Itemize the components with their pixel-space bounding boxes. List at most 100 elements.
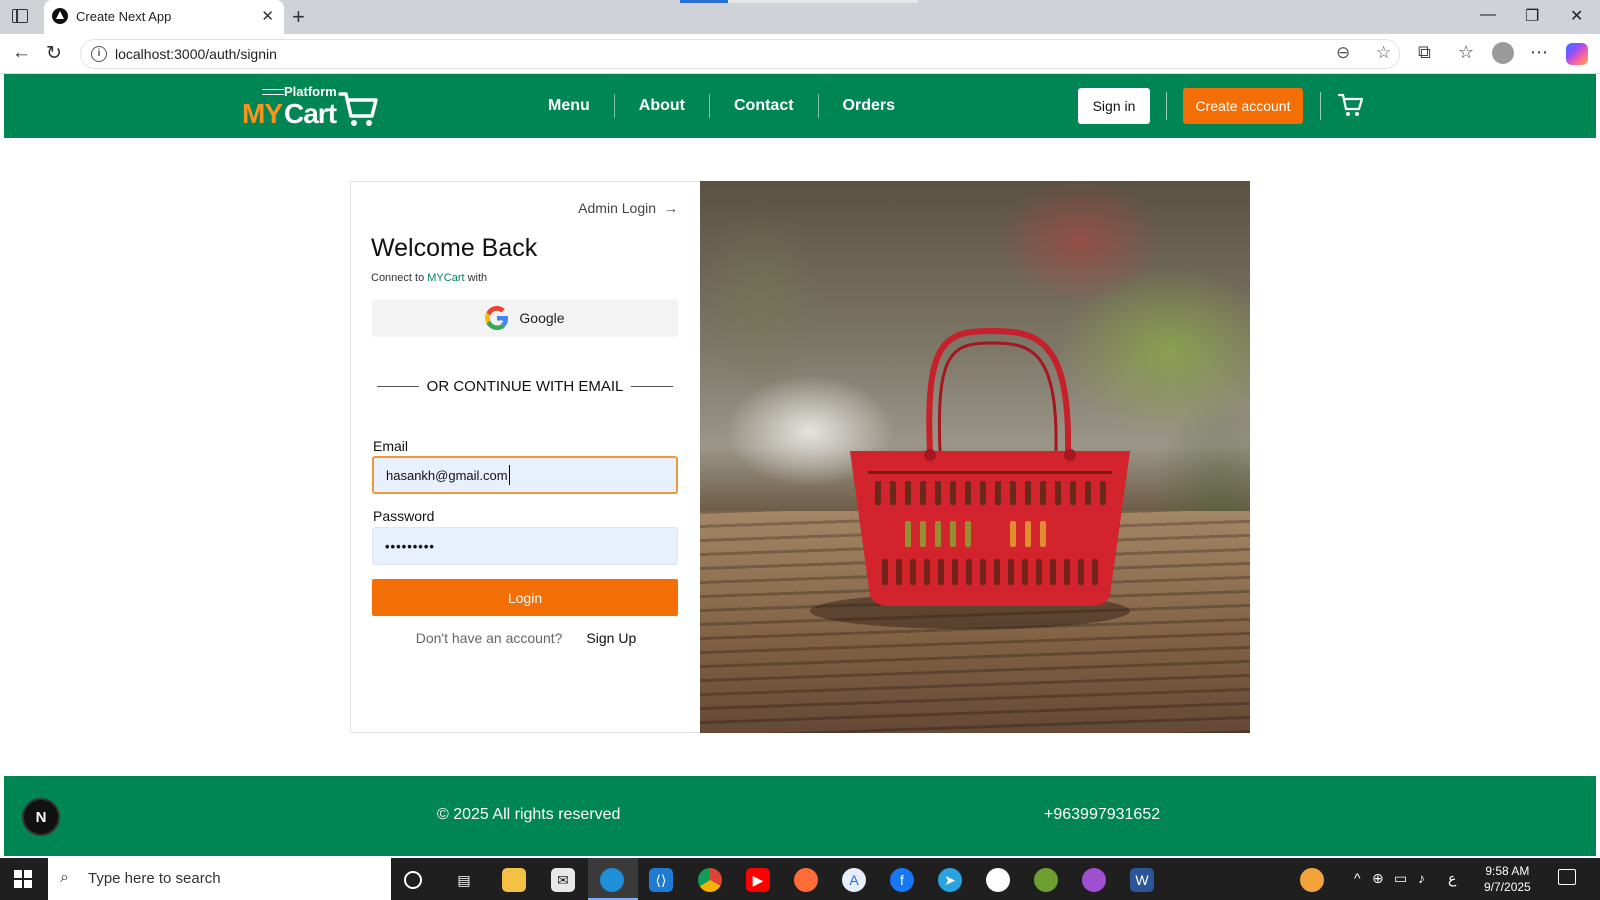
notifications-icon[interactable] bbox=[1558, 869, 1576, 885]
weather-icon[interactable] bbox=[1300, 868, 1324, 892]
clock-date: 9/7/2025 bbox=[1484, 880, 1531, 894]
more-options-icon[interactable]: ⋯ bbox=[1530, 42, 1548, 63]
clock-time: 9:58 AM bbox=[1485, 864, 1530, 878]
edge-icon[interactable] bbox=[600, 868, 624, 892]
copilot-icon[interactable] bbox=[1566, 43, 1588, 65]
close-window-icon[interactable]: ✕ bbox=[1570, 6, 1583, 26]
minimize-icon[interactable]: — bbox=[1480, 6, 1496, 24]
google-button-label: Google bbox=[519, 310, 565, 326]
main-nav: Menu About Contact Orders bbox=[524, 74, 919, 138]
or-divider: OR CONTINUE WITH EMAIL bbox=[377, 378, 674, 395]
system-clock[interactable]: 9:58 AM 9/7/2025 bbox=[1484, 863, 1531, 895]
extensions-icon[interactable]: ⧉ bbox=[1418, 42, 1431, 63]
nav-contact[interactable]: Contact bbox=[710, 94, 819, 118]
sign-in-button[interactable]: Sign in bbox=[1078, 88, 1150, 124]
create-account-button[interactable]: Create account bbox=[1183, 88, 1303, 124]
taskbar-search-box[interactable]: ⌕ Type here to search bbox=[48, 858, 391, 900]
media-app-icon[interactable] bbox=[1082, 868, 1106, 892]
mail-icon[interactable]: ✉ bbox=[551, 868, 575, 892]
page-title: Welcome Back bbox=[371, 234, 538, 262]
cortana-icon[interactable] bbox=[404, 871, 422, 889]
mongodb-icon[interactable] bbox=[986, 868, 1010, 892]
google-signin-button[interactable]: Google bbox=[372, 299, 678, 337]
volume-icon[interactable]: ♪ bbox=[1418, 870, 1425, 886]
tab-title: Create Next App bbox=[76, 9, 172, 24]
chevron-up-icon[interactable]: ^ bbox=[1354, 870, 1361, 886]
favorite-star-icon[interactable]: ☆ bbox=[1376, 43, 1391, 63]
tab-strip-indicator bbox=[680, 0, 728, 3]
url-field[interactable]: i localhost:3000/auth/signin ⊖ ☆ bbox=[80, 39, 1400, 69]
password-field[interactable]: ••••••••• bbox=[372, 527, 678, 565]
red-basket-illustration bbox=[810, 327, 1130, 629]
reading-view-icon[interactable]: ⊖ bbox=[1336, 43, 1350, 63]
chrome-icon[interactable] bbox=[698, 868, 722, 892]
nextjs-dev-badge[interactable]: N bbox=[22, 798, 60, 836]
text-caret bbox=[508, 465, 510, 485]
close-tab-icon[interactable]: ✕ bbox=[261, 7, 274, 25]
favorites-icon[interactable]: ☆ bbox=[1458, 42, 1474, 63]
taskbar-search-placeholder: Type here to search bbox=[88, 870, 221, 887]
search-icon: ⌕ bbox=[60, 869, 69, 886]
language-indicator[interactable]: ع bbox=[1448, 870, 1456, 887]
header-divider bbox=[1166, 92, 1167, 120]
vscode-icon[interactable]: ⟨⟩ bbox=[649, 868, 673, 892]
globe-icon[interactable]: ⊕ bbox=[1372, 870, 1384, 887]
arrow-right-icon: → bbox=[664, 200, 678, 216]
signup-question: Don't have an account? bbox=[415, 630, 563, 646]
windows-start-icon[interactable] bbox=[14, 870, 32, 888]
email-value: hasankh@gmail.com bbox=[386, 467, 508, 483]
app-icon[interactable] bbox=[1034, 868, 1058, 892]
telegram-icon[interactable]: ➤ bbox=[938, 868, 962, 892]
postman-icon[interactable] bbox=[794, 868, 818, 892]
login-card: Admin Login → Welcome Back Connect to MY… bbox=[350, 181, 700, 733]
connect-suffix: with bbox=[464, 272, 488, 284]
logo-cart-icon bbox=[338, 92, 378, 126]
nextjs-favicon-icon bbox=[52, 8, 68, 24]
logo-cart-text: Cart bbox=[284, 98, 337, 129]
tab-actions-icon[interactable] bbox=[12, 9, 28, 23]
task-view-icon[interactable]: ▤ bbox=[452, 868, 476, 892]
profile-avatar[interactable] bbox=[1492, 42, 1514, 64]
signup-row: Don't have an account? Sign Up bbox=[351, 630, 701, 646]
email-field[interactable]: hasankh@gmail.com bbox=[372, 456, 678, 494]
google-icon bbox=[485, 306, 509, 330]
login-button[interactable]: Login bbox=[372, 579, 678, 616]
divider-line bbox=[631, 386, 674, 387]
site-info-icon[interactable]: i bbox=[91, 46, 107, 62]
browser-tab[interactable]: Create Next App ✕ bbox=[44, 0, 284, 34]
mycart-logo[interactable]: Platform MY Cart bbox=[242, 84, 382, 130]
refresh-icon[interactable]: ↻ bbox=[46, 42, 62, 65]
url-text[interactable]: localhost:3000/auth/signin bbox=[115, 46, 277, 62]
copyright-text: © 2025 All rights reserved bbox=[437, 806, 621, 823]
word-icon[interactable]: W bbox=[1130, 868, 1154, 892]
nav-orders[interactable]: Orders bbox=[819, 94, 919, 118]
divider-text: OR CONTINUE WITH EMAIL bbox=[426, 378, 624, 395]
file-explorer-icon[interactable] bbox=[502, 868, 526, 892]
shopping-basket-image bbox=[700, 181, 1250, 733]
nav-about[interactable]: About bbox=[615, 94, 710, 118]
logo-speed-lines bbox=[262, 89, 284, 95]
logo-platform-text: Platform bbox=[284, 84, 337, 99]
divider-line bbox=[377, 386, 419, 387]
new-tab-icon[interactable]: + bbox=[292, 4, 305, 30]
back-icon[interactable]: ← bbox=[12, 42, 31, 64]
restore-icon[interactable]: ❐ bbox=[1525, 6, 1539, 26]
connect-text: Connect to MYCart with bbox=[371, 272, 487, 284]
site-footer: N © 2025 All rights reserved +9639979316… bbox=[4, 776, 1596, 856]
site-header: Platform MY Cart Menu About Contact Orde… bbox=[4, 74, 1596, 138]
battery-icon[interactable]: ▭ bbox=[1394, 870, 1407, 887]
cart-icon[interactable] bbox=[1338, 92, 1364, 118]
admin-login-link[interactable]: Admin Login → bbox=[578, 200, 678, 216]
admin-login-label: Admin Login bbox=[578, 200, 656, 216]
tab-strip-indicator-secondary bbox=[728, 0, 918, 3]
signup-link[interactable]: Sign Up bbox=[586, 630, 636, 646]
app-store-icon[interactable]: A bbox=[842, 868, 866, 892]
nav-menu[interactable]: Menu bbox=[524, 94, 615, 118]
header-divider bbox=[1320, 92, 1321, 120]
youtube-icon[interactable]: ▶ bbox=[746, 868, 770, 892]
windows-taskbar: ⌕ Type here to search ▤ ✉ ⟨⟩ ▶ A f ➤ W ^… bbox=[0, 858, 1600, 900]
address-bar-row: ← ↻ i localhost:3000/auth/signin ⊖ ☆ ⧉ ☆… bbox=[0, 34, 1600, 74]
email-label: Email bbox=[373, 438, 409, 454]
facebook-icon[interactable]: f bbox=[890, 868, 914, 892]
browser-tab-bar: Create Next App ✕ + — ❐ ✕ bbox=[0, 0, 1600, 34]
